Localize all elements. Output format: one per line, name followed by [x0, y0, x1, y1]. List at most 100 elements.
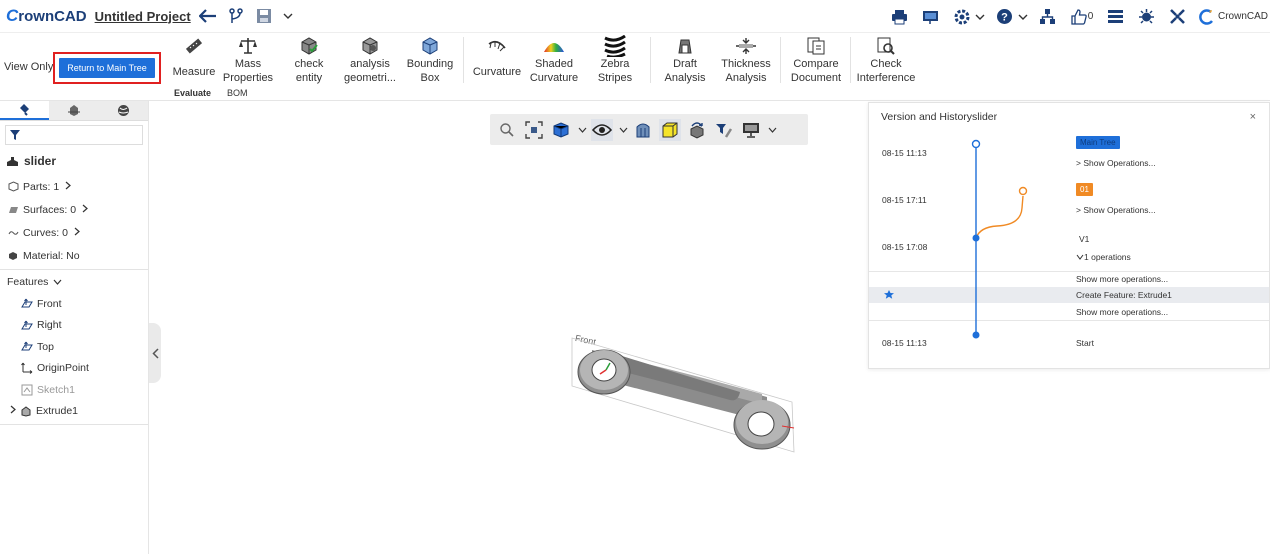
- shaded-curvature-tool[interactable]: Shaded Curvature: [524, 35, 584, 85]
- ruler-icon: [183, 35, 205, 57]
- tree-root[interactable]: slider: [0, 153, 148, 169]
- help-chevron-icon[interactable]: [1018, 6, 1028, 28]
- analysis-geometry-tool[interactable]: analysis geometri...: [340, 35, 400, 85]
- main-tree-tag-text: Main Tree: [1076, 136, 1120, 149]
- tab-parts[interactable]: [49, 101, 99, 120]
- appearance-tools-icon[interactable]: [713, 119, 735, 141]
- main-tree-tag[interactable]: Main Tree: [1076, 136, 1120, 149]
- mass-properties-label: Mass Properties: [222, 58, 274, 84]
- zoom-fit-icon[interactable]: [523, 119, 545, 141]
- chevron-down-icon: [1076, 254, 1084, 260]
- section-view-icon[interactable]: [632, 119, 654, 141]
- view-cube-icon[interactable]: [550, 119, 572, 141]
- tab-evaluate[interactable]: Evaluate: [166, 88, 219, 101]
- measure-tool[interactable]: Measure: [164, 35, 224, 85]
- thickness-analysis-tool[interactable]: Thickness Analysis: [716, 35, 776, 85]
- gear-icon[interactable]: [951, 6, 973, 28]
- feature-extrude1[interactable]: Extrude1: [0, 401, 148, 423]
- part-icon: [7, 156, 18, 166]
- check-interference-tool[interactable]: Check Interference: [856, 35, 916, 85]
- display-settings-icon[interactable]: [740, 119, 762, 141]
- bug-icon[interactable]: [1136, 6, 1158, 28]
- extrude-icon: [20, 405, 32, 417]
- analysis-geometry-label: analysis geometri...: [344, 58, 396, 84]
- visibility-chevron-icon[interactable]: [618, 127, 628, 133]
- view-cube-chevron-icon[interactable]: [577, 127, 587, 133]
- check-entity-label: check entity: [294, 58, 324, 84]
- show-operations-link[interactable]: > Show Operations...: [1076, 158, 1156, 168]
- project-title[interactable]: Untitled Project: [95, 9, 191, 24]
- mass-properties-tool[interactable]: Mass Properties: [218, 35, 278, 85]
- show-more-operations-link[interactable]: Show more operations...: [1076, 307, 1168, 317]
- like-icon[interactable]: 0: [1068, 6, 1096, 28]
- help-icon[interactable]: ?: [994, 6, 1016, 28]
- compare-document-tool[interactable]: Compare Document: [786, 35, 846, 85]
- interference-icon: [875, 35, 897, 57]
- scale-icon: [237, 35, 259, 57]
- tab-feature-tree[interactable]: [0, 101, 50, 120]
- material-value: Material: No: [23, 249, 80, 262]
- display-chevron-icon[interactable]: [767, 127, 777, 133]
- feature-origin-point[interactable]: OriginPoint: [0, 358, 148, 380]
- visibility-eye-icon[interactable]: [591, 118, 613, 141]
- like-count: 0: [1087, 11, 1094, 22]
- chevron-right-icon[interactable]: [10, 405, 16, 417]
- ribbon-separator: [780, 37, 781, 83]
- tree-material[interactable]: Material: No: [0, 244, 148, 267]
- bounding-box-tool[interactable]: Bounding Box: [400, 35, 460, 85]
- feature-sketch1[interactable]: Sketch1: [0, 379, 148, 401]
- feature-top-plane[interactable]: Top: [0, 336, 148, 358]
- draft-analysis-tool[interactable]: Draft Analysis: [655, 35, 715, 85]
- branch-tag[interactable]: 01: [1076, 183, 1093, 196]
- compare-document-label: Compare Document: [790, 58, 842, 84]
- return-to-main-tree-button[interactable]: Return to Main Tree: [59, 58, 155, 78]
- feature-right-plane[interactable]: Right: [0, 315, 148, 337]
- list-menu-icon[interactable]: [1105, 6, 1127, 28]
- feature-operation[interactable]: Create Feature: Extrude1: [1076, 290, 1172, 300]
- chevron-down-icon: [53, 276, 62, 288]
- tree-divider: [0, 424, 148, 425]
- view-toolbar: [490, 114, 808, 145]
- bounding-box-label: Bounding Box: [406, 58, 454, 84]
- tree-surfaces[interactable]: Surfaces: 0: [0, 198, 148, 221]
- feature-front-plane[interactable]: Front: [0, 293, 148, 315]
- gear-chevron-icon[interactable]: [975, 6, 985, 28]
- tree-parts[interactable]: Parts: 1: [0, 175, 148, 198]
- globe-icon: [117, 105, 129, 116]
- slider-model[interactable]: [562, 330, 802, 460]
- operations-toggle[interactable]: 1 operations: [1076, 252, 1131, 262]
- zoom-icon[interactable]: [496, 119, 518, 141]
- tree-curves[interactable]: Curves: 0: [0, 221, 148, 244]
- curvature-label: Curvature: [472, 66, 522, 78]
- show-more-operations-link[interactable]: Show more operations...: [1076, 274, 1168, 284]
- presentation-icon[interactable]: [920, 6, 942, 28]
- show-operations-link[interactable]: > Show Operations...: [1076, 205, 1156, 215]
- workflow-icon[interactable]: [1037, 6, 1059, 28]
- brand-name: CrownCAD: [1217, 11, 1268, 22]
- branch-icon[interactable]: [225, 5, 247, 27]
- shaded-display-icon[interactable]: [659, 118, 681, 141]
- collapse-panel-handle[interactable]: [149, 323, 161, 383]
- feature-label: Front: [37, 297, 62, 310]
- zebra-stripes-tool[interactable]: Zebra Stripes: [585, 35, 645, 85]
- right-eye-hole: [747, 411, 775, 437]
- rotate-view-icon[interactable]: [686, 119, 708, 141]
- shaded-curvature-label: Shaded Curvature: [529, 58, 579, 84]
- curvature-tool[interactable]: Curvature: [467, 35, 527, 85]
- tab-appearance[interactable]: [98, 101, 148, 120]
- start-label[interactable]: Start: [1076, 338, 1094, 348]
- origin-point-icon: [21, 362, 33, 375]
- tab-bom[interactable]: BOM: [219, 88, 256, 101]
- save-icon[interactable]: [253, 5, 275, 27]
- back-arrow-icon[interactable]: [197, 5, 219, 27]
- apps-icon[interactable]: [1167, 6, 1189, 28]
- tree-features-header[interactable]: Features: [0, 270, 148, 293]
- version-label[interactable]: V1: [1079, 234, 1089, 244]
- thickness-icon: [735, 35, 757, 57]
- analysis-cube-icon: [359, 35, 381, 57]
- chevron-down-icon[interactable]: [277, 5, 299, 27]
- print-icon[interactable]: [889, 6, 911, 28]
- filter-input[interactable]: [5, 125, 143, 145]
- check-entity-tool[interactable]: check entity: [279, 35, 339, 85]
- entry-time: 08-15 17:08: [882, 242, 928, 252]
